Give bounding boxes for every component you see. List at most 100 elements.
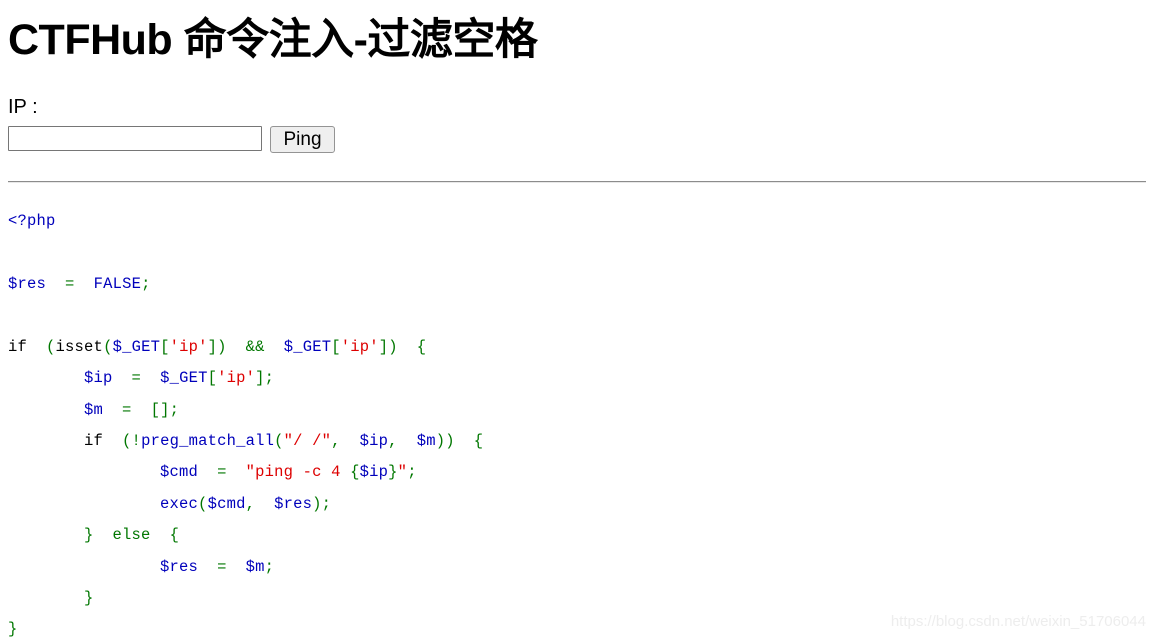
code-line: $ip = $_GET['ip']; [8, 369, 274, 387]
code-token: ]; [255, 369, 275, 388]
code-token: if [84, 431, 104, 450]
page-title: CTFHub 命令注入-过滤空格 [8, 16, 538, 64]
code-line: } else { [8, 526, 179, 544]
code-token: = [131, 369, 142, 388]
code-token: "/ /" [283, 431, 332, 450]
code-token: { [350, 463, 360, 482]
code-line: $res = $m; [8, 558, 274, 576]
code-token: { [416, 337, 427, 356]
code-token: , [245, 494, 256, 513]
ip-form-row: Ping [8, 126, 1146, 154]
ping-button[interactable]: Ping [270, 126, 335, 154]
code-token: ]) [378, 337, 398, 356]
code-token: )) [435, 431, 455, 450]
code-token: preg_match_all [141, 431, 275, 450]
ip-input[interactable] [8, 126, 262, 152]
code-line: $res = FALSE; [8, 275, 151, 293]
code-token: " [397, 463, 408, 482]
code-token: $_GET [283, 337, 332, 356]
code-token: $_GET [112, 337, 161, 356]
code-token: $res [160, 557, 199, 576]
code-token: []; [150, 400, 180, 419]
code-token: $res [8, 274, 47, 293]
code-token: $m [245, 557, 265, 576]
code-line: if (!preg_match_all("/ /", $ip, $m)) { [8, 432, 483, 450]
code-token: , [331, 431, 341, 450]
code-token: if [8, 337, 28, 356]
code-token: = [217, 463, 227, 482]
code-token: $ip [84, 369, 113, 388]
code-token: isset [55, 337, 104, 356]
code-token: ]) [207, 337, 227, 356]
code-token: FALSE [93, 274, 142, 293]
code-token: ); [312, 494, 332, 513]
php-source-code: <?php $res = FALSE; if (isset($_GET['ip'… [8, 205, 1146, 639]
code-token: = [122, 400, 132, 419]
code-token: ( [198, 494, 208, 513]
ip-label: IP : [8, 96, 38, 119]
code-token: exec [160, 494, 199, 513]
code-line: } [8, 589, 94, 607]
code-token: [ [331, 337, 341, 356]
code-token: [ [207, 369, 218, 388]
code-token: 'ip' [217, 369, 256, 388]
code-token: $res [274, 494, 313, 513]
code-token: { [169, 526, 180, 545]
code-token: 'ip' [340, 337, 379, 356]
code-line: $m = []; [8, 401, 179, 419]
code-token: $m [84, 400, 104, 419]
code-token: } [84, 526, 94, 545]
code-token: ; [141, 274, 151, 293]
code-line: } [8, 620, 18, 638]
code-token: ( [46, 337, 56, 356]
code-token: ( [274, 431, 284, 450]
code-token: = [217, 557, 227, 576]
code-line: $cmd = "ping -c 4 {$ip}"; [8, 463, 417, 481]
code-token: ; [407, 463, 417, 482]
code-token: $m [416, 431, 436, 450]
code-token: else [112, 526, 151, 545]
code-line: if (isset($_GET['ip']) && $_GET['ip']) { [8, 338, 426, 356]
code-token: , [388, 431, 398, 450]
code-token: $ip [359, 463, 389, 482]
ping-form: IP : Ping [8, 96, 1146, 154]
code-token: 'ip' [169, 337, 208, 356]
watermark: https://blog.csdn.net/weixin_51706044 [890, 613, 1146, 630]
code-token: <?php [8, 212, 56, 231]
section-divider [8, 181, 1146, 184]
code-token: $_GET [160, 369, 208, 388]
code-token: { [473, 431, 484, 450]
code-token: ; [264, 557, 275, 576]
code-token: && [245, 337, 265, 356]
code-token: "ping -c 4 [245, 463, 351, 482]
page-root: CTFHub 命令注入-过滤空格 IP : Ping <?php $res = … [0, 0, 1154, 639]
code-line: <?php [8, 212, 56, 230]
code-token: } [8, 620, 18, 639]
code-token: [ [160, 337, 170, 356]
